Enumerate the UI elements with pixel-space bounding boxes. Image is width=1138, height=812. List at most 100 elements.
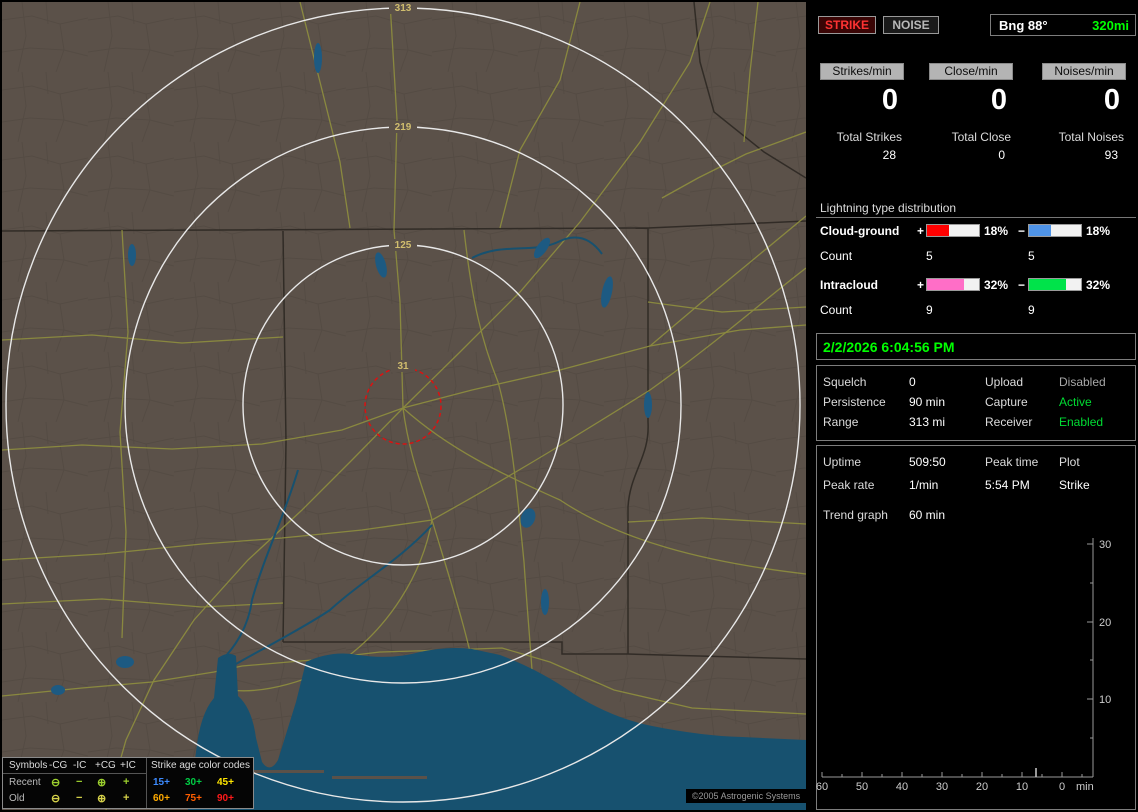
strikes-per-min-value: 0 (881, 84, 898, 116)
plus-sign: + (917, 278, 925, 292)
ring-label-313: 313 (395, 3, 412, 14)
intracloud-label: Intracloud (820, 278, 879, 292)
cg-minus-bar-fill (1029, 225, 1051, 236)
trend-graph-label: Trend graph (823, 508, 888, 522)
app-window: 313 219 125 31 Symbols -CG -IC +CG +IC S… (0, 0, 1138, 812)
ic-minus-bar-fill (1029, 279, 1067, 290)
svg-text:40: 40 (896, 781, 908, 793)
svg-text:50: 50 (856, 781, 868, 793)
age-15: 15+ (153, 777, 170, 788)
uptime-label: Uptime (823, 455, 862, 469)
legend-symbols-header: Symbols (9, 760, 48, 771)
lightning-map[interactable]: 313 219 125 31 Symbols -CG -IC +CG +IC S… (1, 1, 807, 811)
noise-mode-button[interactable]: NOISE (883, 16, 939, 34)
legend-age-title: Strike age color codes (151, 760, 250, 771)
ic-plus-count: 9 (926, 303, 933, 317)
cg-plus-icon: ⊕ (97, 793, 107, 805)
trend-graph: 60 50 40 30 20 10 0 min 30 20 10 (816, 538, 1111, 793)
svg-text:10: 10 (1099, 694, 1111, 706)
cg-minus-icon: ⊖ (51, 793, 61, 805)
clock-panel: 2/2/2026 6:04:56 PM (816, 333, 1136, 360)
ring-label-219: 219 (395, 122, 412, 133)
svg-text:10: 10 (1016, 781, 1028, 793)
plot-label: Plot (1059, 455, 1080, 469)
distribution-rule (816, 217, 1136, 218)
ic-minus-icon: − (76, 792, 83, 804)
age-60: 60+ (153, 793, 170, 804)
cg-minus-count: 5 (1028, 249, 1035, 263)
noises-per-min-button[interactable]: Noises/min (1042, 63, 1126, 80)
capture-label: Capture (985, 395, 1028, 409)
upload-status: Disabled (1059, 375, 1106, 389)
legend-header-rule (3, 773, 146, 774)
persistence-label: Persistence (823, 395, 886, 409)
cloud-ground-label: Cloud-ground (820, 224, 900, 238)
age-90: 90+ (217, 793, 234, 804)
ic-plus-bar-fill (927, 279, 965, 290)
count-label: Count (820, 249, 853, 263)
ic-minus-bar (1028, 278, 1082, 291)
trend-graph-tick-labels: 60 50 40 30 20 10 0 min 30 20 10 (816, 539, 1111, 793)
plus-sign: + (917, 224, 925, 238)
persistence-value: 90 min (909, 395, 946, 409)
range-value: 313 mi (909, 415, 946, 429)
legend-divider (146, 758, 147, 808)
map-legend: Symbols -CG -IC +CG +IC Strike age color… (2, 757, 254, 809)
peak-rate-value: 1/min (909, 478, 939, 492)
bearing-range-readout: Bng 88° 320mi (990, 14, 1136, 36)
status-panel: Squelch 0 Upload Disabled Persistence 90… (816, 365, 1136, 441)
peak-rate-label: Peak rate (823, 478, 875, 492)
count-label: Count (820, 303, 853, 317)
svg-text:30: 30 (936, 781, 948, 793)
close-per-min-value: 0 (990, 84, 1007, 116)
ic-plus-icon: + (123, 776, 130, 788)
bearing-value: Bng 88° (999, 18, 1048, 33)
ic-minus-count: 9 (1028, 303, 1035, 317)
noises-per-min-value: 0 (1103, 84, 1120, 116)
total-noises-value: 93 (1104, 148, 1118, 162)
svg-text:min: min (1076, 781, 1094, 793)
uptime-value: 509:50 (909, 455, 946, 469)
trend-graph-axes (821, 538, 1094, 778)
ic-plus-icon: + (123, 792, 130, 804)
svg-text:0: 0 (1059, 781, 1065, 793)
ring-label-125: 125 (395, 240, 412, 251)
total-strikes-label: Total Strikes (836, 130, 902, 144)
cg-plus-count: 5 (926, 249, 933, 263)
strikes-per-min-button[interactable]: Strikes/min (820, 63, 904, 80)
cg-minus-bar (1028, 224, 1082, 237)
squelch-value: 0 (909, 375, 916, 389)
map-canvas: 313 219 125 31 (1, 1, 807, 811)
cg-plus-bar (926, 224, 980, 237)
legend-col-ic-minus: -IC (73, 760, 87, 771)
receiver-label: Receiver (985, 415, 1033, 429)
cg-plus-bar-fill (927, 225, 949, 236)
cg-minus-pct: 18% (1086, 224, 1111, 238)
trend-window-value: 60 min (909, 508, 946, 522)
squelch-label: Squelch (823, 375, 867, 389)
legend-recent-label: Recent (9, 777, 41, 788)
peak-time-value: 5:54 PM (985, 478, 1030, 492)
total-strikes-value: 28 (882, 148, 896, 162)
cg-plus-pct: 18% (984, 224, 1009, 238)
ic-minus-icon: − (76, 776, 83, 788)
barrier-island (254, 770, 324, 773)
strike-mode-button[interactable]: STRIKE (818, 16, 876, 34)
ring-label-31: 31 (397, 361, 409, 372)
bearing-range-value: 320mi (1092, 18, 1129, 33)
capture-status: Active (1059, 395, 1092, 409)
legend-col-cg-plus: +CG (95, 760, 116, 771)
ic-plus-pct: 32% (984, 278, 1009, 292)
legend-col-ic-plus: +IC (120, 760, 136, 771)
close-per-min-button[interactable]: Close/min (929, 63, 1013, 80)
range-label: Range (823, 415, 859, 429)
legend-old-label: Old (9, 793, 25, 804)
date-time-display: 2/2/2026 6:04:56 PM (823, 339, 955, 355)
svg-text:60: 60 (816, 781, 828, 793)
ic-plus-bar (926, 278, 980, 291)
total-close-value: 0 (998, 148, 1005, 162)
cg-plus-icon: ⊕ (97, 777, 107, 789)
age-45: 45+ (217, 777, 234, 788)
minus-sign: − (1018, 224, 1026, 238)
total-noises-label: Total Noises (1058, 130, 1124, 144)
